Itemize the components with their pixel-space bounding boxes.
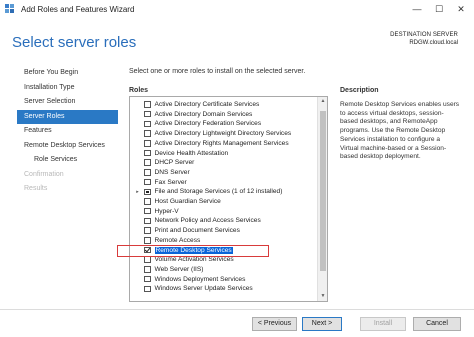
maximize-button[interactable]: ☐ (428, 0, 450, 18)
role-label: Fax Server (154, 178, 187, 186)
role-label: Active Directory Domain Services (154, 110, 253, 118)
roles-heading: Roles (129, 87, 149, 94)
role-checkbox[interactable] (144, 110, 151, 118)
role-item[interactable]: Host Guardian Service (130, 197, 316, 206)
role-checkbox[interactable] (144, 198, 151, 205)
role-item[interactable]: Remote Access (130, 236, 316, 245)
role-label: Windows Server Update Services (154, 285, 253, 293)
scrollbar-thumb[interactable] (320, 111, 326, 271)
role-checkbox[interactable] (144, 217, 151, 225)
role-label: Print and Document Services (154, 227, 240, 235)
role-item[interactable]: Windows Deployment Services (130, 275, 316, 284)
wizard-step-nav: Before You Begin Installation Type Serve… (17, 66, 118, 197)
role-checkbox[interactable] (144, 266, 151, 273)
role-checkbox[interactable] (144, 227, 151, 234)
role-label: Network Policy and Access Services (154, 217, 261, 225)
role-checkbox[interactable] (144, 149, 151, 157)
footer-divider (0, 309, 474, 310)
role-item[interactable]: ▸ File and Storage Services (1 of 12 inst… (130, 187, 316, 196)
role-label: Active Directory Rights Management Servi… (154, 139, 289, 147)
role-item[interactable]: Windows Server Update Services (130, 284, 316, 293)
nav-item-server-roles[interactable]: Server Roles (17, 109, 118, 124)
role-label: Host Guardian Service (154, 198, 221, 205)
role-checkbox[interactable] (144, 120, 151, 128)
scroll-down-arrow-icon[interactable]: ▼ (318, 292, 327, 301)
role-item[interactable]: Print and Document Services (130, 226, 316, 235)
role-item[interactable]: DNS Server (130, 168, 316, 177)
role-item[interactable]: Active Directory Federation Services (130, 119, 316, 128)
role-label: Active Directory Federation Services (154, 120, 262, 128)
role-checkbox[interactable] (144, 256, 151, 263)
selection-highlight-outline (117, 245, 269, 257)
expand-arrow-icon[interactable]: ▸ (135, 189, 140, 195)
role-checkbox[interactable] (144, 275, 151, 283)
role-item[interactable]: Active Directory Certificate Services (130, 100, 316, 109)
cancel-button[interactable]: Cancel (413, 317, 461, 331)
nav-item-before-you-begin[interactable]: Before You Begin (17, 66, 118, 81)
role-item[interactable]: Network Policy and Access Services (130, 216, 316, 225)
role-checkbox[interactable] (144, 188, 151, 196)
role-label: Hyper-V (154, 207, 179, 215)
role-checkbox[interactable] (144, 101, 151, 108)
page-title: Select server roles (12, 34, 137, 51)
nav-item-results: Results (24, 185, 48, 192)
role-item[interactable]: Web Server (IIS) (130, 265, 316, 274)
roles-list[interactable]: Active Directory Certificate Services Act… (129, 96, 328, 302)
role-item[interactable]: Active Directory Domain Services (130, 110, 316, 119)
description-heading: Description (340, 87, 379, 94)
role-item[interactable]: Device Health Attestation (130, 149, 316, 158)
roles-list-scrollbar[interactable]: ▲ ▼ (317, 97, 327, 301)
role-checkbox[interactable] (144, 207, 151, 215)
instruction-text: Select one or more roles to install on t… (129, 68, 306, 75)
role-item[interactable]: DHCP Server (130, 158, 316, 167)
previous-button[interactable]: < Previous (252, 317, 297, 331)
role-label: Active Directory Lightweight Directory S… (154, 130, 292, 138)
title-bar: Add Roles and Features Wizard — ☐ ✕ (0, 0, 474, 18)
next-button[interactable]: Next > (302, 317, 342, 331)
destination-server-label: DESTINATION SERVER (390, 32, 458, 38)
role-checkbox[interactable] (144, 285, 151, 293)
scroll-up-arrow-icon[interactable]: ▲ (318, 97, 327, 106)
role-item[interactable]: Fax Server (130, 178, 316, 187)
role-checkbox[interactable] (144, 140, 151, 147)
nav-item-remote-desktop-services[interactable]: Remote Desktop Services (17, 139, 118, 154)
role-item[interactable]: Active Directory Rights Management Servi… (130, 139, 316, 148)
destination-server-name: RDGW.cloud.local (409, 40, 458, 46)
role-label: Volume Activation Services (154, 256, 234, 264)
window-title: Add Roles and Features Wizard (21, 4, 135, 14)
role-label: Windows Deployment Services (154, 275, 246, 283)
server-manager-icon (5, 4, 15, 14)
nav-item-installation-type[interactable]: Installation Type (17, 81, 118, 96)
close-button[interactable]: ✕ (450, 0, 472, 18)
nav-item-confirmation: Confirmation (24, 170, 64, 178)
nav-item-server-selection[interactable]: Server Selection (17, 95, 118, 110)
install-button: Install (360, 317, 406, 331)
role-label: File and Storage Services (1 of 12 insta… (154, 188, 283, 196)
minimize-button[interactable]: — (406, 0, 428, 18)
role-item[interactable]: Hyper-V (130, 207, 316, 216)
role-label: Device Health Attestation (154, 149, 229, 157)
role-checkbox[interactable] (144, 159, 151, 166)
role-label: DNS Server (154, 168, 190, 176)
role-checkbox[interactable] (144, 237, 151, 244)
role-label: Remote Access (154, 236, 201, 244)
role-label: Web Server (IIS) (154, 265, 204, 273)
role-label: DHCP Server (154, 159, 195, 167)
nav-item-role-services[interactable]: Role Services (17, 153, 118, 168)
role-checkbox[interactable] (144, 169, 151, 176)
nav-item-features[interactable]: Features (17, 124, 118, 139)
role-label: Active Directory Certificate Services (154, 101, 260, 108)
role-checkbox[interactable] (144, 178, 151, 186)
description-text: Remote Desktop Services enables users to… (340, 101, 460, 161)
role-item[interactable]: Active Directory Lightweight Directory S… (130, 129, 316, 138)
role-checkbox[interactable] (144, 130, 151, 137)
wizard-header: Select server roles DESTINATION SERVER R… (0, 18, 474, 60)
